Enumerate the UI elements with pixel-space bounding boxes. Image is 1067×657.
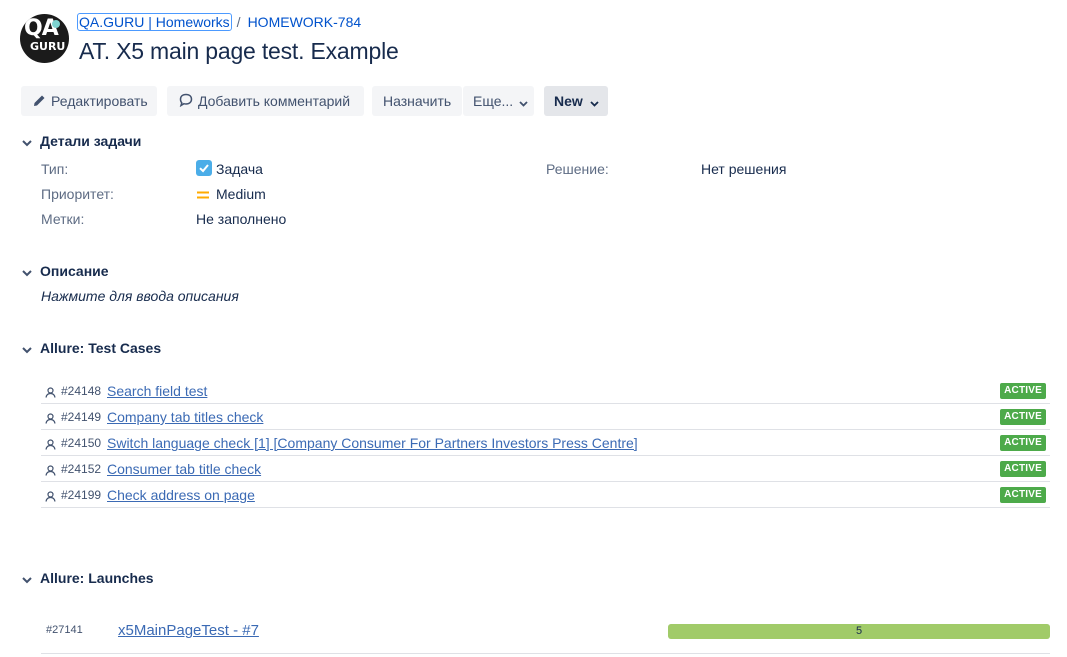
assign-button-label: Назначить [383,93,452,109]
issue-header: QA GURU QA.GURU | Homeworks / HOMEWORK-784… [20,12,1050,68]
type-label: Тип: [41,161,69,177]
launches-section-header[interactable]: Allure: Launches [22,568,154,588]
test-case-row: #24148 Search field test ACTIVE [41,378,1050,404]
resolution-label: Решение: [546,161,609,177]
test-case-link[interactable]: Switch language check [1] [Company Consu… [107,430,638,456]
more-actions-dropdown[interactable]: Еще... [463,86,534,116]
status-dropdown[interactable]: New [544,86,608,116]
launch-passed-count: 5 [855,625,863,637]
status-badge: ACTIVE [1000,461,1046,477]
more-actions-label: Еще... [473,93,514,109]
breadcrumb: QA.GURU | Homeworks / HOMEWORK-784 [77,12,362,32]
test-case-row: #24149 Company tab titles check ACTIVE [41,404,1050,430]
user-icon [45,463,56,481]
priority-value-text: Medium [216,186,266,202]
test-case-id: #24148 [61,384,102,398]
status-badge: ACTIVE [1000,383,1046,399]
checkbox-task-icon [196,159,212,181]
test-case-row: #24152 Consumer tab title check ACTIVE [41,456,1050,482]
chevron-down-icon[interactable] [22,569,34,589]
test-cases-heading: Allure: Test Cases [40,340,162,356]
launch-link[interactable]: x5MainPageTest - #7 [118,622,259,639]
launch-row: #27141 x5MainPageTest - #7 5 [41,618,1050,654]
priority-medium-icon [196,185,210,205]
chevron-down-icon [590,87,599,117]
labels-label: Метки: [41,211,85,227]
chevron-down-icon [519,87,528,117]
type-value-text: Задача [216,161,263,177]
add-comment-button[interactable]: Добавить комментарий [167,86,364,116]
chevron-down-icon[interactable] [22,262,34,282]
status-badge: ACTIVE [1000,435,1046,451]
test-case-link[interactable]: Check address on page [107,482,255,508]
issue-summary-title[interactable]: AT. X5 main page test. Example [79,38,399,65]
test-case-link[interactable]: Search field test [107,378,207,404]
user-icon [45,385,56,403]
edit-button[interactable]: Редактировать [21,86,157,116]
speech-bubble-icon [179,87,193,117]
test-cases-section-header[interactable]: Allure: Test Cases [22,338,161,358]
test-case-row: #24150 Switch language check [1] [Compan… [41,430,1050,456]
details-heading: Детали задачи [40,133,142,149]
status-badge: ACTIVE [1000,409,1046,425]
breadcrumb-project-link[interactable]: QA.GURU | Homeworks [77,13,232,31]
user-icon [45,489,56,507]
test-case-id: #24149 [61,410,102,424]
test-case-id: #24152 [61,462,102,476]
status-dropdown-label: New [554,93,583,109]
breadcrumb-issue-key-link[interactable]: HOMEWORK-784 [248,14,362,30]
test-case-id: #24199 [61,488,102,502]
user-icon [45,411,56,429]
launch-id: #27141 [46,624,83,636]
launch-progress-bar[interactable]: 5 [668,624,1050,639]
logo-text-guru: GURU [30,40,66,53]
description-section-header[interactable]: Описание [22,261,109,281]
chevron-down-icon[interactable] [22,339,34,359]
type-value: Задача [196,159,263,179]
user-icon [45,437,56,455]
chevron-down-icon[interactable] [22,132,34,152]
priority-value: Medium [196,184,266,204]
priority-label: Приоритет: [41,186,114,202]
description-placeholder[interactable]: Нажмите для ввода описания [41,286,239,306]
test-case-list: #24148 Search field test ACTIVE #24149 C… [41,378,1050,508]
assign-button[interactable]: Назначить [372,86,462,116]
edit-button-label: Редактировать [51,93,148,109]
description-heading: Описание [40,263,109,279]
test-case-id: #24150 [61,436,102,450]
logo-dot [52,20,60,28]
test-case-link[interactable]: Company tab titles check [107,404,263,430]
details-section-header[interactable]: Детали задачи [22,131,141,151]
test-case-link[interactable]: Consumer tab title check [107,456,261,482]
launches-heading: Allure: Launches [40,570,154,586]
breadcrumb-separator: / [236,14,241,30]
add-comment-button-label: Добавить комментарий [198,93,351,109]
project-avatar-logo[interactable]: QA GURU [20,14,69,63]
pencil-icon [33,87,46,117]
resolution-value: Нет решения [701,161,787,177]
status-badge: ACTIVE [1000,487,1046,503]
labels-value[interactable]: Не заполнено [196,209,286,229]
test-case-row: #24199 Check address on page ACTIVE [41,482,1050,508]
